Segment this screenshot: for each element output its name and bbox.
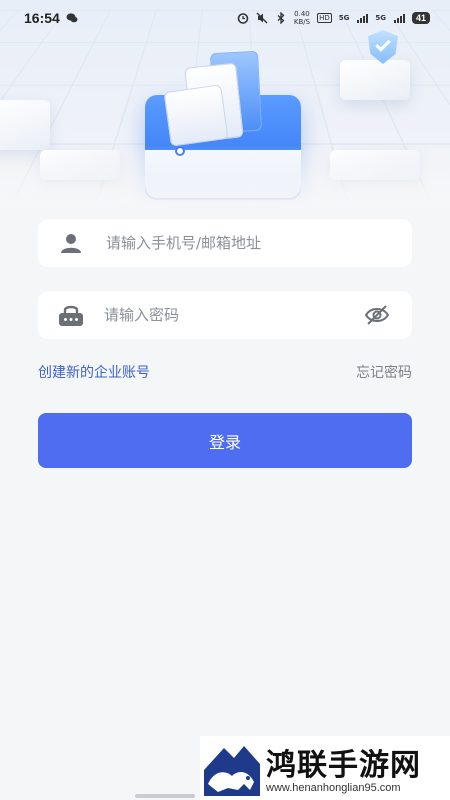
account-input[interactable]: [106, 219, 356, 267]
deco-block: [0, 100, 50, 150]
status-time: 16:54: [24, 10, 60, 26]
bull-logo-icon: [204, 740, 260, 796]
signal-icon: [357, 14, 369, 23]
network-label-1: 5G: [338, 14, 350, 22]
home-indicator[interactable]: [135, 794, 195, 798]
net-speed: 0.40 KB/S: [294, 10, 310, 26]
auth-links: 创建新的企业账号 忘记密码: [38, 362, 412, 382]
net-speed-value: 0.40: [294, 10, 310, 18]
signal-icon: [393, 14, 405, 23]
account-field[interactable]: [38, 219, 412, 267]
lock-icon: [59, 305, 83, 326]
eye-off-icon[interactable]: [364, 303, 390, 327]
watermark-url: www.henanhonglian95.com: [266, 782, 401, 794]
create-account-link[interactable]: 创建新的企业账号: [38, 362, 150, 382]
login-button[interactable]: 登录: [38, 413, 412, 468]
user-icon: [61, 234, 81, 253]
battery-indicator: 41: [411, 12, 430, 24]
net-speed-unit: KB/S: [293, 18, 311, 26]
network-label-2: 5G: [375, 14, 386, 22]
wechat-icon: [66, 13, 78, 23]
status-bar: 16:54 0.40 KB/S HD 5G 5G 41: [0, 0, 450, 36]
deco-block: [340, 60, 410, 100]
watermark: 鸿联手游网 www.henanhonglian95.com: [200, 736, 450, 800]
alarm-icon: [237, 13, 249, 24]
bluetooth-icon: [277, 12, 285, 24]
watermark-title: 鸿联手游网: [266, 748, 421, 783]
forgot-password-link[interactable]: 忘记密码: [356, 362, 412, 382]
password-input[interactable]: [104, 291, 354, 339]
file-card: [163, 84, 229, 147]
password-field[interactable]: [38, 291, 412, 339]
hd-badge: HD: [317, 13, 332, 23]
hero-fade: [0, 145, 450, 205]
mute-icon: [256, 12, 268, 24]
